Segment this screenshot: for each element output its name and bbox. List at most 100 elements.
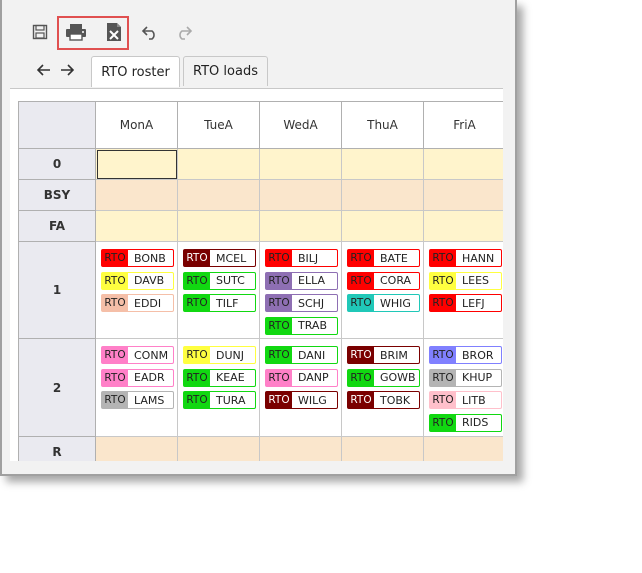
- chip-prefix: RTO: [348, 369, 374, 386]
- chip-prefix: RTO: [348, 392, 374, 408]
- chip-prefix: RTO: [102, 392, 128, 408]
- rto-chip[interactable]: RTO LITB: [429, 391, 502, 409]
- rto-chip[interactable]: RTO WILG: [265, 391, 338, 409]
- save-icon[interactable]: [28, 20, 52, 44]
- rto-chip[interactable]: RTO GOWB: [347, 368, 420, 387]
- rto-chip[interactable]: RTO HANN: [429, 249, 502, 267]
- roster-cell[interactable]: [178, 149, 260, 180]
- rto-chip[interactable]: RTO RIDS: [429, 413, 502, 432]
- row-header: BSY: [18, 180, 96, 211]
- roster-cell[interactable]: [260, 149, 342, 180]
- roster-cell[interactable]: [342, 211, 424, 242]
- tab-rto-roster[interactable]: RTO roster: [91, 56, 180, 87]
- rto-chip[interactable]: RTO DANP: [265, 368, 338, 387]
- toolbar: [0, 0, 515, 50]
- chip-prefix: RTO: [430, 295, 456, 311]
- arrow-right-icon[interactable]: [58, 60, 76, 80]
- excel-export-icon[interactable]: [102, 20, 126, 44]
- chip-prefix: RTO: [348, 295, 374, 311]
- tab-rto-loads[interactable]: RTO loads: [183, 56, 268, 86]
- redo-icon[interactable]: [172, 20, 196, 44]
- rto-chip[interactable]: RTO LAMS: [101, 391, 174, 409]
- column-header: MonA: [96, 101, 178, 149]
- rto-chip[interactable]: RTO BATE: [347, 249, 420, 267]
- chip-code: DANP: [298, 371, 329, 384]
- chip-prefix: RTO: [266, 295, 292, 311]
- chip-prefix: RTO: [184, 347, 210, 363]
- rto-chip[interactable]: RTO BILJ: [265, 249, 338, 267]
- roster-cell[interactable]: [342, 149, 424, 180]
- arrow-left-icon[interactable]: [35, 60, 53, 80]
- rto-chip[interactable]: RTO BRIM: [347, 346, 420, 364]
- chip-code: MCEL: [216, 251, 247, 265]
- roster-cell[interactable]: [424, 211, 503, 242]
- rto-chip[interactable]: RTO LEES: [429, 271, 502, 290]
- chip-code: BRIM: [380, 348, 408, 362]
- roster-cell[interactable]: [424, 437, 503, 461]
- roster-cell[interactable]: [178, 211, 260, 242]
- rto-chip[interactable]: RTO DAVB: [101, 271, 174, 290]
- chip-prefix: RTO: [184, 272, 210, 289]
- roster-cell[interactable]: [178, 180, 260, 211]
- rto-chip[interactable]: RTO TRAB: [265, 316, 338, 335]
- row-header: FA: [18, 211, 96, 242]
- rto-chip[interactable]: RTO ELLA: [265, 271, 338, 290]
- rto-chip[interactable]: RTO TOBK: [347, 391, 420, 409]
- chip-code: TOBK: [380, 393, 411, 407]
- chip-prefix: RTO: [430, 369, 456, 386]
- roster-cell[interactable]: [260, 437, 342, 461]
- row-header: 0: [18, 149, 96, 180]
- chip-prefix: RTO: [266, 250, 292, 266]
- rto-chip[interactable]: RTO BROR: [429, 346, 502, 364]
- chip-prefix: RTO: [266, 272, 292, 289]
- roster-cell[interactable]: [96, 437, 178, 461]
- undo-icon[interactable]: [138, 20, 162, 44]
- chip-prefix: RTO: [430, 250, 456, 266]
- rto-chip[interactable]: RTO BONB: [101, 249, 174, 267]
- roster-cell[interactable]: [178, 437, 260, 461]
- roster-cell[interactable]: [342, 437, 424, 461]
- rto-chip[interactable]: RTO TURA: [183, 391, 256, 409]
- roster-cell[interactable]: [424, 149, 503, 180]
- printer-icon[interactable]: [64, 20, 88, 44]
- chip-code: KEAE: [216, 371, 245, 384]
- rto-chip[interactable]: RTO DUNJ: [183, 346, 256, 364]
- chip-prefix: RTO: [184, 369, 210, 386]
- column-header: WedA: [260, 101, 342, 149]
- chip-code: CORA: [380, 274, 412, 287]
- roster-cell[interactable]: [342, 180, 424, 211]
- chip-prefix: RTO: [430, 347, 456, 363]
- chip-code: LEES: [462, 274, 490, 287]
- roster-cell[interactable]: [424, 180, 503, 211]
- rto-chip[interactable]: RTO WHIG: [347, 294, 420, 312]
- rto-chip[interactable]: RTO TILF: [183, 294, 256, 312]
- column-header: FriA: [424, 101, 503, 149]
- roster-cell[interactable]: [96, 149, 178, 180]
- rto-chip[interactable]: RTO MCEL: [183, 249, 256, 267]
- chip-code: SUTC: [216, 274, 245, 287]
- rto-chip[interactable]: RTO EADR: [101, 368, 174, 387]
- rto-chip[interactable]: RTO SCHJ: [265, 294, 338, 312]
- rto-chip[interactable]: RTO KEAE: [183, 368, 256, 387]
- roster-cell[interactable]: [260, 180, 342, 211]
- rto-chip[interactable]: RTO CONM: [101, 346, 174, 364]
- chip-code: LAMS: [134, 393, 165, 407]
- roster-cell[interactable]: [96, 180, 178, 211]
- chip-code: LITB: [462, 393, 486, 407]
- chip-prefix: RTO: [430, 414, 456, 431]
- rto-chip[interactable]: RTO SUTC: [183, 271, 256, 290]
- column-header: ThuA: [342, 101, 424, 149]
- chip-code: GOWB: [380, 371, 416, 384]
- rto-chip[interactable]: RTO KHUP: [429, 368, 502, 387]
- rto-chip[interactable]: RTO DANI: [265, 346, 338, 364]
- chip-prefix: RTO: [430, 392, 456, 408]
- roster-cell[interactable]: [260, 211, 342, 242]
- rto-chip[interactable]: RTO LEFJ: [429, 294, 502, 312]
- roster-cell[interactable]: [96, 211, 178, 242]
- rto-chip[interactable]: RTO EDDI: [101, 294, 174, 312]
- chip-code: WILG: [298, 393, 327, 407]
- column-header: TueA: [178, 101, 260, 149]
- chip-code: DANI: [298, 348, 326, 362]
- chip-prefix: RTO: [184, 250, 210, 266]
- rto-chip[interactable]: RTO CORA: [347, 271, 420, 290]
